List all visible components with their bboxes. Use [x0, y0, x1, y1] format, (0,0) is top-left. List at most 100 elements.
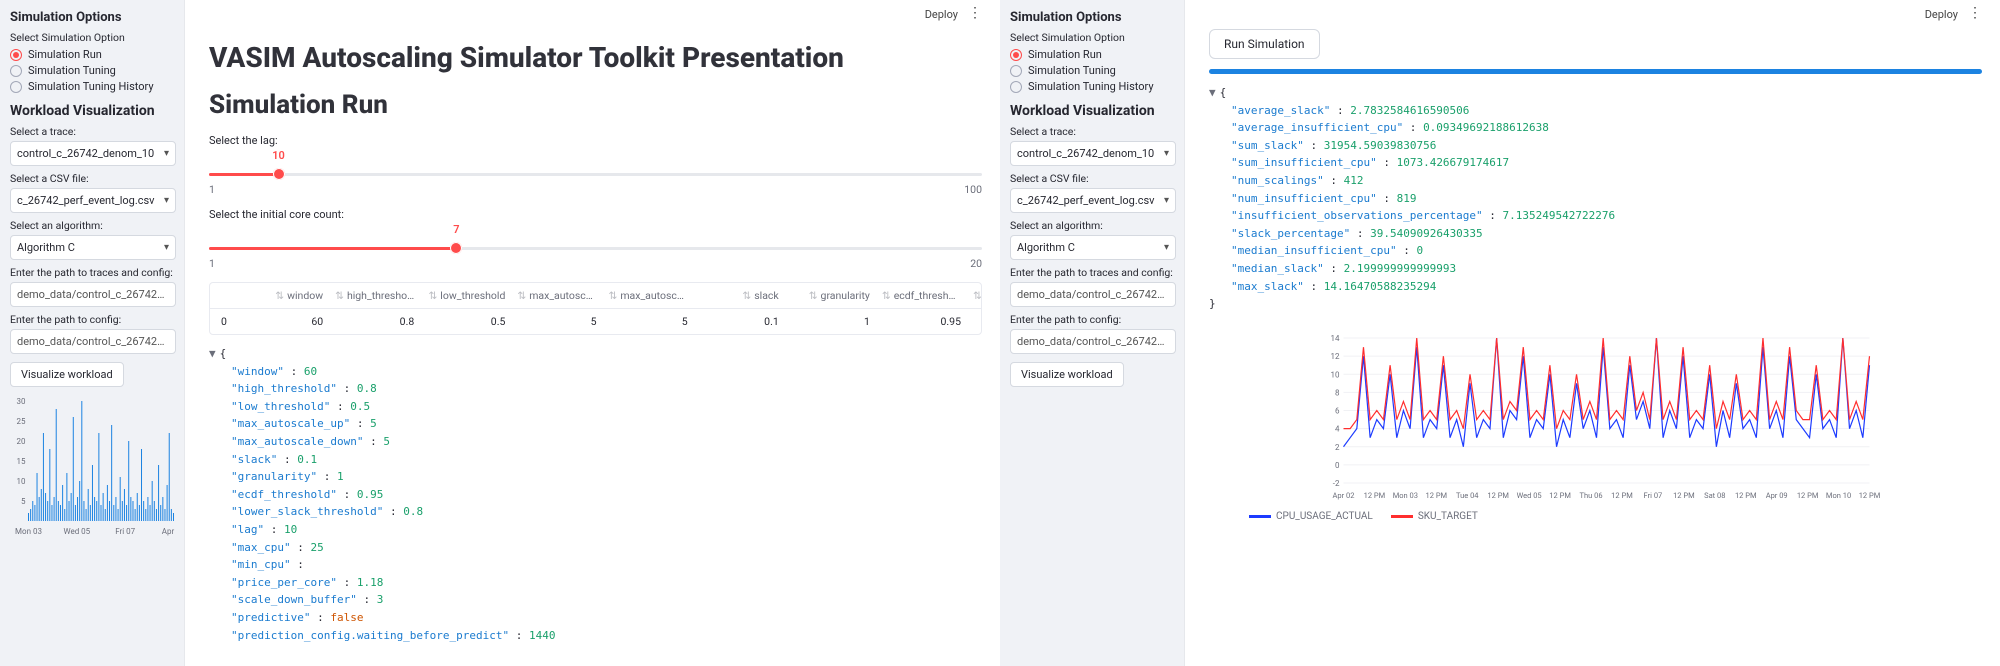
trace-select[interactable]: control_c_26742_denom_10 ▾: [1010, 141, 1176, 166]
table-row[interactable]: 0 60 0.8 0.5 5 5 0.1 1 0.95: [210, 309, 981, 334]
deploy-link[interactable]: Deploy: [1925, 8, 1958, 21]
option-simulation-tuning-history[interactable]: Simulation Tuning History: [1010, 80, 1176, 93]
algo-label: Select an algorithm:: [1010, 219, 1176, 232]
visualize-workload-button[interactable]: Visualize workload: [10, 362, 124, 387]
results-json: ▼{ "average_slack" : 2.7832584616590506"…: [1209, 84, 1982, 313]
th-max-up[interactable]: max_autoscale_up: [529, 289, 602, 302]
algo-label: Select an algorithm:: [10, 219, 176, 232]
svg-text:Tue 04: Tue 04: [1456, 491, 1479, 500]
td: 0.8: [329, 309, 420, 334]
path2-label: Enter the path to config:: [1010, 313, 1176, 326]
svg-text:12 PM: 12 PM: [1549, 491, 1571, 500]
slider-lag-min: 1: [209, 183, 215, 196]
visualize-workload-button[interactable]: Visualize workload: [1010, 362, 1124, 387]
option-simulation-run[interactable]: Simulation Run: [10, 48, 176, 61]
trace-select[interactable]: control_c_26742_denom_10 ▾: [10, 141, 176, 166]
svg-text:30: 30: [17, 397, 26, 406]
sidebar-title: Simulation Options: [1010, 10, 1176, 25]
chevron-down-icon: ▾: [1164, 148, 1169, 159]
svg-text:12 PM: 12 PM: [1611, 491, 1633, 500]
svg-text:Thu 06: Thu 06: [1580, 491, 1603, 500]
slider-lag-max: 100: [964, 183, 982, 196]
radio-group-label: Select Simulation Option: [1010, 31, 1176, 44]
sidebar: Simulation Options Select Simulation Opt…: [1000, 0, 1185, 666]
csv-select[interactable]: c_26742_perf_event_log.csv ▾: [1010, 188, 1176, 213]
params-table: ⇅window ⇅high_threshold ⇅low_threshold ⇅…: [209, 282, 982, 335]
algorithm-select[interactable]: Algorithm C ▾: [10, 235, 176, 260]
option-label: Simulation Tuning: [28, 64, 116, 77]
th-window[interactable]: window: [287, 289, 323, 302]
svg-text:0: 0: [1335, 461, 1340, 470]
radio-icon: [1010, 81, 1022, 93]
radio-checked-icon: [1010, 49, 1022, 61]
svg-text:-2: -2: [1333, 479, 1340, 488]
svg-text:25: 25: [17, 417, 26, 426]
option-simulation-tuning[interactable]: Simulation Tuning: [1010, 64, 1176, 77]
th-low-threshold[interactable]: low_threshold: [440, 289, 505, 302]
chevron-down-icon: ▾: [1164, 195, 1169, 206]
kebab-menu-icon[interactable]: ⋮: [968, 8, 982, 21]
svg-text:12 PM: 12 PM: [1673, 491, 1695, 500]
td: 5: [603, 309, 694, 334]
csv-select[interactable]: c_26742_perf_event_log.csv ▾: [10, 188, 176, 213]
option-simulation-tuning-history[interactable]: Simulation Tuning History: [10, 80, 176, 93]
option-label: Simulation Tuning: [1028, 64, 1116, 77]
workload-title: Workload Visualization: [10, 103, 176, 119]
th-granularity[interactable]: granularity: [821, 289, 870, 302]
path1-input[interactable]: demo_data/control_c_26742_denom_1: [1010, 282, 1176, 307]
main-right: Deploy ⋮ Run Simulation ▼{ "average_slac…: [1185, 0, 2000, 666]
option-simulation-run[interactable]: Simulation Run: [1010, 48, 1176, 61]
svg-text:2: 2: [1335, 442, 1340, 451]
svg-text:12 PM: 12 PM: [1487, 491, 1509, 500]
th-ecdf[interactable]: ecdf_threshold: [894, 289, 963, 302]
option-simulation-tuning[interactable]: Simulation Tuning: [10, 64, 176, 77]
svg-text:12 PM: 12 PM: [1859, 491, 1881, 500]
svg-text:20: 20: [17, 437, 26, 446]
th-high-threshold[interactable]: high_threshold: [347, 289, 416, 302]
svg-text:10: 10: [1331, 370, 1340, 379]
workload-miniplot: 51015202530Mon 03Wed 05Fri 07Apr 09: [10, 397, 176, 537]
trace-value: control_c_26742_denom_10: [17, 147, 154, 160]
trace-label: Select a trace:: [1010, 125, 1176, 138]
td: 5: [511, 309, 602, 334]
slider-lag-track[interactable]: [209, 165, 982, 183]
trace-value: control_c_26742_denom_10: [1017, 147, 1154, 160]
td: 0.1: [694, 309, 785, 334]
page-title: VASIM Autoscaling Simulator Toolkit Pres…: [209, 41, 982, 74]
run-simulation-button[interactable]: Run Simulation: [1209, 29, 1320, 59]
chevron-down-icon: ▾: [1164, 242, 1169, 253]
svg-text:6: 6: [1335, 406, 1340, 415]
svg-text:14: 14: [1331, 334, 1340, 343]
path2-label: Enter the path to config:: [10, 313, 176, 326]
path2-input[interactable]: demo_data/control_c_26742_denom_1: [1010, 329, 1176, 354]
csv-value: c_26742_perf_event_log.csv: [17, 194, 154, 207]
svg-text:12 PM: 12 PM: [1797, 491, 1819, 500]
svg-text:12 PM: 12 PM: [1426, 491, 1448, 500]
deploy-link[interactable]: Deploy: [925, 8, 958, 21]
kebab-menu-icon[interactable]: ⋮: [1968, 8, 1982, 21]
path1-input[interactable]: demo_data/control_c_26742_denom_1: [10, 282, 176, 307]
slider-cores-track[interactable]: [209, 239, 982, 257]
svg-text:Wed 05: Wed 05: [63, 527, 90, 536]
json-caret-icon[interactable]: ▼: [209, 347, 220, 360]
sidebar: Simulation Options Select Simulation Opt…: [0, 0, 185, 666]
option-label: Simulation Tuning History: [28, 80, 154, 93]
csv-label: Select a CSV file:: [10, 172, 176, 185]
th-slack[interactable]: slack: [754, 289, 779, 302]
slider-cores-min: 1: [209, 257, 215, 270]
td: 0.5: [420, 309, 511, 334]
json-caret-icon[interactable]: ▼: [1209, 86, 1220, 99]
th-max-down[interactable]: max_autoscale_down: [620, 289, 693, 302]
trace-label: Select a trace:: [10, 125, 176, 138]
workload-title: Workload Visualization: [1010, 103, 1176, 119]
path1-label: Enter the path to traces and config:: [1010, 266, 1176, 279]
params-json: ▼{ "window" : 60"high_threshold" : 0.8"l…: [209, 345, 982, 644]
algorithm-select[interactable]: Algorithm C ▾: [1010, 235, 1176, 260]
option-label: Simulation Tuning History: [1028, 80, 1154, 93]
path2-input[interactable]: demo_data/control_c_26742_denom_1: [10, 329, 176, 354]
svg-text:10: 10: [17, 477, 26, 486]
algo-value: Algorithm C: [17, 241, 75, 254]
slider-cores-value: 7: [453, 223, 459, 236]
option-label: Simulation Run: [28, 48, 102, 61]
svg-text:Fri 07: Fri 07: [1644, 491, 1663, 500]
